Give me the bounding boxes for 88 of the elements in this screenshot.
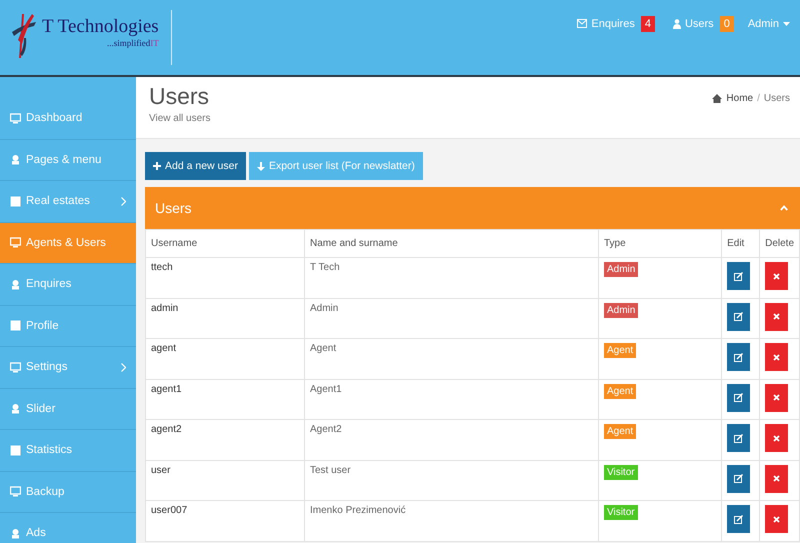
arrow-down-icon bbox=[256, 162, 265, 170]
delete-button[interactable] bbox=[765, 464, 788, 492]
export-button[interactable]: Export user list (For newslatter) bbox=[248, 152, 423, 180]
home-icon bbox=[712, 94, 722, 102]
close-icon bbox=[773, 354, 780, 360]
table-cell: Agent bbox=[304, 338, 598, 379]
menu-item-icon bbox=[10, 486, 21, 498]
user-menu[interactable]: Admin bbox=[748, 18, 790, 30]
collapse-icon[interactable] bbox=[780, 205, 788, 211]
column-header: Delete bbox=[760, 230, 800, 258]
type-label: Admin bbox=[604, 262, 638, 277]
menu-item-icon bbox=[10, 237, 21, 248]
table-cell: agent2 bbox=[146, 420, 304, 460]
type-label: Admin bbox=[604, 302, 638, 318]
edit-button[interactable] bbox=[727, 302, 750, 330]
menu-item-icon bbox=[10, 278, 21, 290]
table-cell: user bbox=[146, 460, 304, 500]
breadcrumb-link[interactable]: Users bbox=[764, 92, 790, 104]
column-header: Type bbox=[598, 230, 722, 258]
column-header: Edit bbox=[722, 230, 760, 258]
menu-item-icon bbox=[10, 528, 21, 539]
nav-link[interactable]: Enquires bbox=[577, 18, 635, 30]
type-label: Agent bbox=[604, 343, 636, 358]
menu-item-icon bbox=[10, 403, 21, 414]
edit-button[interactable] bbox=[727, 505, 750, 533]
page-subtitle: View all users bbox=[149, 113, 211, 124]
delete-button[interactable] bbox=[765, 505, 788, 533]
delete-button[interactable] bbox=[765, 384, 788, 412]
sidebar-item[interactable]: Agents & Users bbox=[0, 222, 136, 264]
logo-name: T Technologies bbox=[42, 16, 159, 38]
count-badge: 0 bbox=[720, 16, 734, 32]
table-cell: ttech bbox=[146, 258, 304, 298]
breadcrumb-separator: / bbox=[757, 92, 760, 104]
column-header: Username bbox=[146, 230, 304, 258]
table-cell: Imenko Prezimenović bbox=[304, 500, 598, 541]
table-cell: user007 bbox=[146, 500, 304, 541]
envelope-icon bbox=[577, 19, 588, 28]
user-icon bbox=[672, 18, 681, 28]
delete-button[interactable] bbox=[765, 343, 788, 371]
panel-title: Users bbox=[155, 200, 192, 216]
edit-button[interactable] bbox=[727, 343, 750, 371]
plus-icon bbox=[153, 162, 161, 170]
edit-icon bbox=[734, 272, 744, 280]
column-header: Name and surname bbox=[304, 230, 598, 258]
menu-item-icon bbox=[10, 112, 21, 124]
edit-button[interactable] bbox=[727, 464, 750, 492]
table-cell: Agent1 bbox=[304, 379, 598, 420]
delete-button[interactable] bbox=[765, 424, 788, 452]
menu-item-icon bbox=[10, 444, 21, 456]
delete-button[interactable] bbox=[765, 302, 788, 330]
edit-icon bbox=[734, 352, 744, 362]
close-icon bbox=[773, 313, 780, 320]
table-cell: T Tech bbox=[304, 258, 598, 298]
page-title: Users bbox=[149, 82, 210, 111]
caret-icon bbox=[783, 22, 790, 26]
type-label: Visitor bbox=[604, 464, 638, 480]
edit-button[interactable] bbox=[727, 262, 750, 290]
edit-icon bbox=[734, 312, 744, 321]
close-icon bbox=[773, 475, 780, 482]
type-label: Agent bbox=[604, 424, 636, 439]
menu-item-icon bbox=[10, 154, 21, 166]
table-cell: Agent2 bbox=[304, 420, 598, 460]
menu-item-icon bbox=[10, 196, 21, 207]
add-user-button[interactable]: Add a new user bbox=[145, 152, 246, 180]
breadcrumb-link[interactable]: Home bbox=[726, 92, 754, 104]
menu-item-icon bbox=[10, 362, 21, 373]
table-cell: Test user bbox=[304, 460, 598, 500]
close-icon bbox=[773, 394, 780, 401]
table-cell: agent bbox=[146, 338, 304, 379]
logo-tagline: ...simplifiedIT bbox=[106, 38, 159, 48]
edit-button[interactable] bbox=[727, 384, 750, 412]
close-icon bbox=[773, 516, 780, 522]
nav-link[interactable]: Users bbox=[672, 18, 714, 30]
table-cell: agent1 bbox=[146, 379, 304, 420]
table-cell: Admin bbox=[304, 298, 598, 338]
type-label: Visitor bbox=[604, 505, 638, 520]
table-cell: admin bbox=[146, 298, 304, 338]
edit-button[interactable] bbox=[727, 424, 750, 452]
edit-icon bbox=[734, 474, 744, 483]
edit-icon bbox=[734, 393, 744, 402]
close-icon bbox=[773, 434, 780, 442]
menu-item-icon bbox=[10, 320, 21, 332]
close-icon bbox=[773, 272, 780, 280]
delete-button[interactable] bbox=[765, 262, 788, 290]
edit-icon bbox=[734, 514, 744, 524]
type-label: Agent bbox=[604, 384, 636, 398]
count-badge: 4 bbox=[640, 16, 655, 32]
edit-icon bbox=[734, 434, 744, 442]
